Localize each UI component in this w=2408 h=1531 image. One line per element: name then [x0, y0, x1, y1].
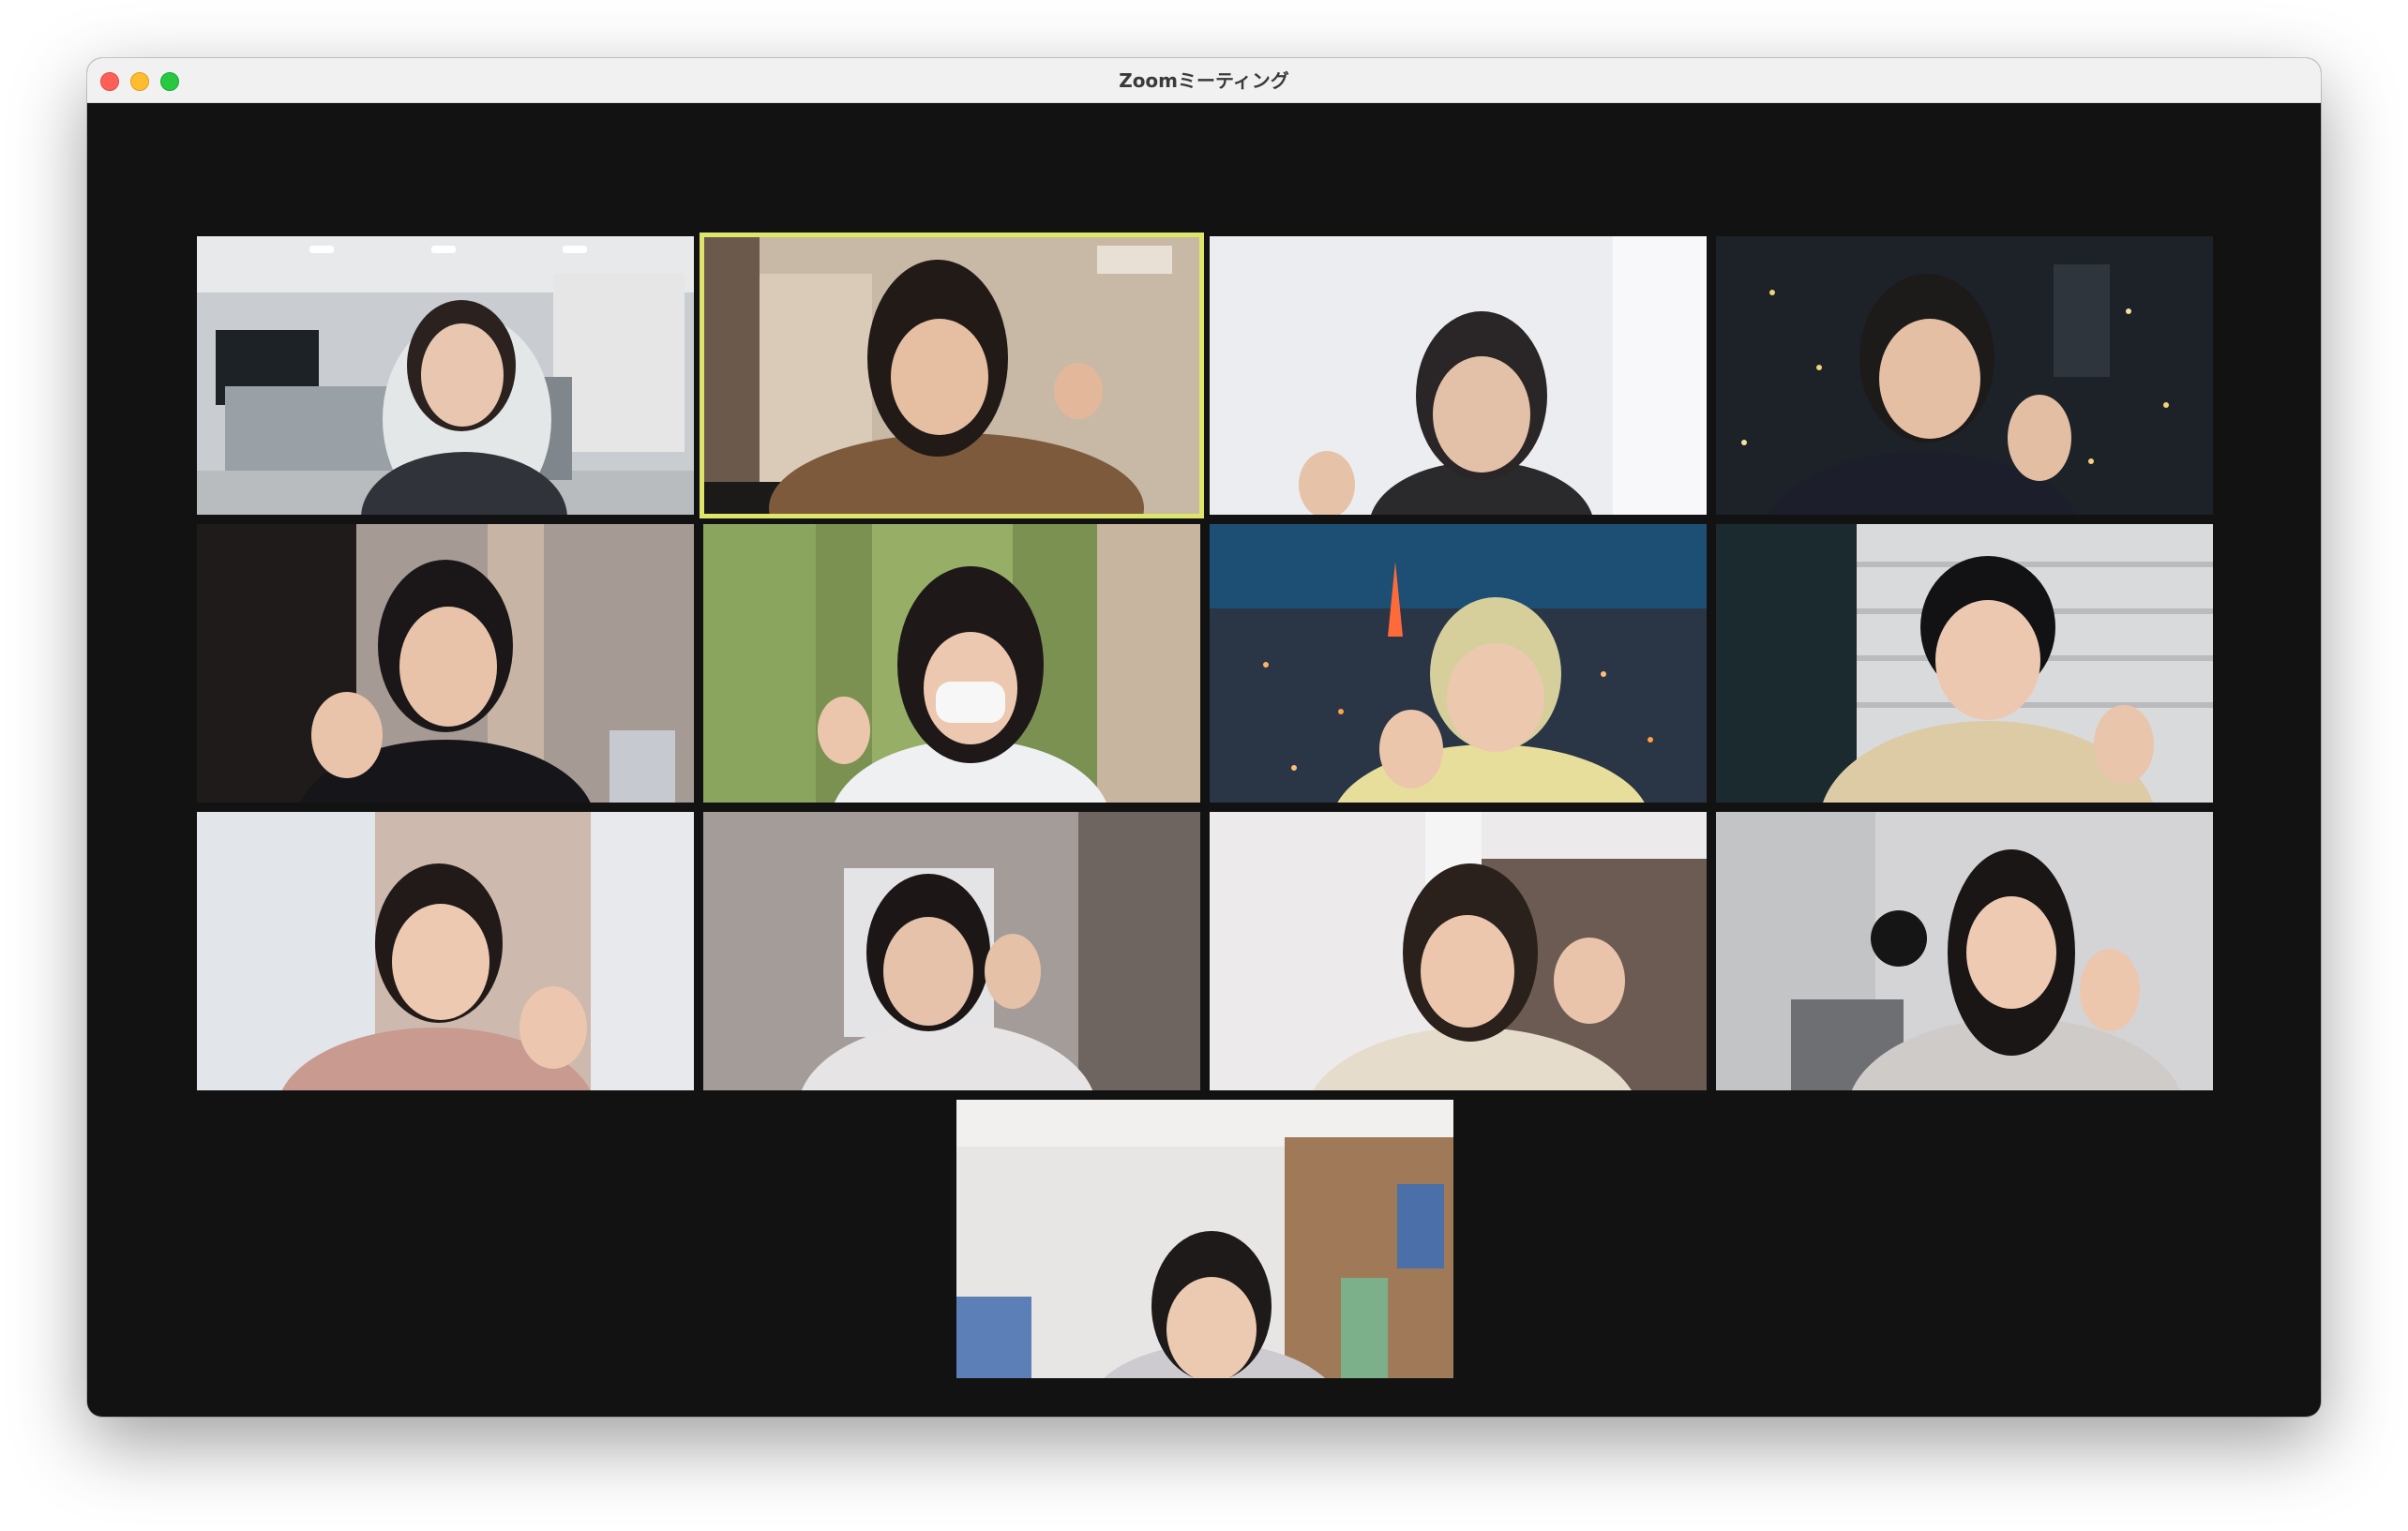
title-bar: Zoomミーティング [87, 58, 2321, 103]
participant-video-tile[interactable] [956, 1100, 1453, 1378]
participant-video-tile[interactable] [1210, 812, 1707, 1090]
participant-video-tile[interactable] [1210, 524, 1707, 803]
participant-video-tile[interactable] [197, 812, 694, 1090]
zoom-window: Zoomミーティング [87, 58, 2321, 1417]
participant-video-tile[interactable] [1716, 812, 2213, 1090]
participant-video-tile[interactable] [197, 236, 694, 515]
participant-video-tile[interactable] [1716, 236, 2213, 515]
participant-video-tile[interactable] [703, 812, 1200, 1090]
participant-video-tile[interactable] [1716, 524, 2213, 803]
gallery-view [87, 103, 2321, 1417]
participant-video-tile[interactable] [197, 524, 694, 803]
participant-video-tile[interactable] [1210, 236, 1707, 515]
participant-video-tile-active-speaker[interactable] [700, 233, 1204, 518]
window-title: Zoomミーティング [1119, 69, 1289, 92]
participant-video-tile[interactable] [703, 524, 1200, 803]
